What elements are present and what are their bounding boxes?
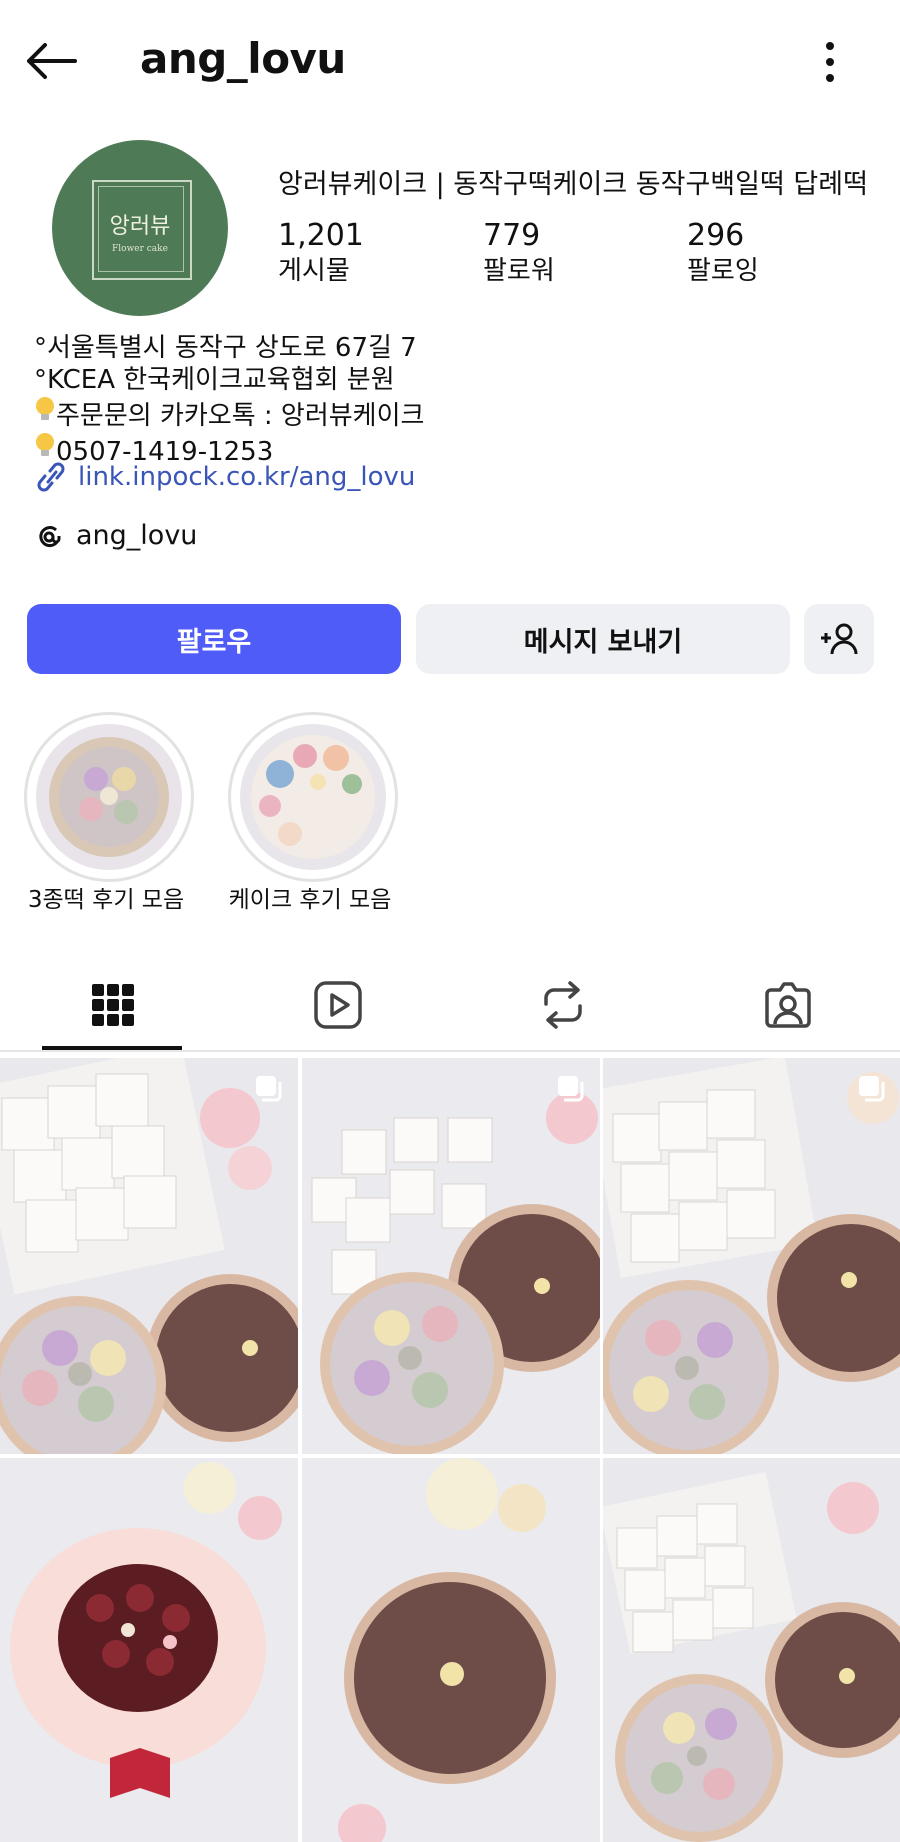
highlight-thumbnail xyxy=(36,724,182,870)
stat-following[interactable]: 296 팔로잉 xyxy=(687,218,759,288)
grid-icon xyxy=(91,984,134,1026)
highlight-thumbnail xyxy=(240,724,386,870)
threads-link[interactable]: ang_lovu xyxy=(34,520,197,551)
grid-post[interactable] xyxy=(0,1058,298,1454)
bio-line-text: 주문문의 카카오톡 : 앙러뷰케이크 xyxy=(56,401,425,431)
highlight-label: 3종떡 후기 모음 xyxy=(27,887,185,913)
stat-followers-value: 779 xyxy=(483,218,541,253)
grid-post[interactable] xyxy=(603,1458,900,1842)
dot-icon xyxy=(826,74,834,82)
tab-divider xyxy=(0,1050,900,1052)
link-icon xyxy=(37,462,65,492)
multiple-posts-icon xyxy=(256,1076,282,1102)
back-button[interactable] xyxy=(20,30,82,92)
highlight-reviews-cake[interactable] xyxy=(228,712,398,882)
grid-post[interactable] xyxy=(603,1058,900,1454)
profile-username: ang_lovu xyxy=(140,34,346,83)
follow-button[interactable]: 팔로우 xyxy=(27,604,401,674)
tab-posts-grid[interactable] xyxy=(0,960,225,1050)
tab-reposts[interactable] xyxy=(450,960,675,1050)
message-button[interactable]: 메시지 보내기 xyxy=(416,604,790,674)
lightbulb-icon xyxy=(34,396,56,432)
bio-line: °서울특별시 동작구 상도로 67길 7 xyxy=(34,333,417,363)
grid-post[interactable] xyxy=(302,1058,600,1454)
threads-handle: ang_lovu xyxy=(76,520,198,551)
multiple-posts-icon xyxy=(558,1076,584,1102)
bio-line: 주문문의 카카오톡 : 앙러뷰케이크 xyxy=(34,396,424,432)
profile-avatar[interactable]: 앙러뷰 Flower cake xyxy=(52,140,228,316)
grid-post[interactable] xyxy=(0,1458,298,1842)
tab-reels[interactable] xyxy=(225,960,450,1050)
grid-post[interactable] xyxy=(302,1458,600,1842)
reposts-icon xyxy=(543,981,582,1029)
stat-posts[interactable]: 1,201 게시물 xyxy=(278,218,364,288)
post-thumbnail xyxy=(0,1058,298,1454)
highlight-reviews-tteok[interactable] xyxy=(24,712,194,882)
stat-following-label: 팔로잉 xyxy=(687,256,759,286)
avatar-logo-text: 앙러뷰 xyxy=(109,214,171,239)
post-thumbnail xyxy=(603,1058,900,1454)
stat-posts-label: 게시물 xyxy=(278,256,350,286)
profile-link[interactable]: link.inpock.co.kr/ang_lovu xyxy=(34,462,415,492)
suggest-people-button[interactable] xyxy=(804,604,874,674)
bio-line: °KCEA 한국케이크교육협회 분원 xyxy=(34,365,395,395)
tab-tagged[interactable] xyxy=(675,960,900,1050)
stat-posts-value: 1,201 xyxy=(278,218,364,253)
stat-followers-label: 팔로워 xyxy=(483,256,555,286)
profile-link-text: link.inpock.co.kr/ang_lovu xyxy=(78,462,416,492)
post-thumbnail xyxy=(302,1458,600,1842)
post-thumbnail xyxy=(603,1458,900,1842)
avatar-logo-subtext: Flower cake xyxy=(112,244,168,254)
dot-icon xyxy=(826,58,834,66)
reels-icon xyxy=(313,981,362,1029)
post-thumbnail xyxy=(0,1458,298,1842)
highlight-label: 케이크 후기 모음 xyxy=(228,887,392,913)
tagged-icon xyxy=(764,982,811,1028)
arrow-left-icon xyxy=(27,43,77,79)
profile-bio: °서울특별시 동작구 상도로 67길 7 °KCEA 한국케이크교육협회 분원 … xyxy=(34,332,424,468)
multiple-posts-icon xyxy=(859,1076,885,1102)
post-thumbnail xyxy=(302,1058,600,1454)
stat-following-value: 296 xyxy=(687,218,745,253)
stat-followers[interactable]: 779 팔로워 xyxy=(483,218,555,288)
threads-icon xyxy=(39,525,61,547)
display-name: 앙러뷰케이크 | 동작구떡케이크 동작구백일떡 답례떡 xyxy=(278,169,868,200)
dot-icon xyxy=(826,42,834,50)
add-person-icon xyxy=(821,623,858,655)
more-options-button[interactable] xyxy=(806,38,854,86)
